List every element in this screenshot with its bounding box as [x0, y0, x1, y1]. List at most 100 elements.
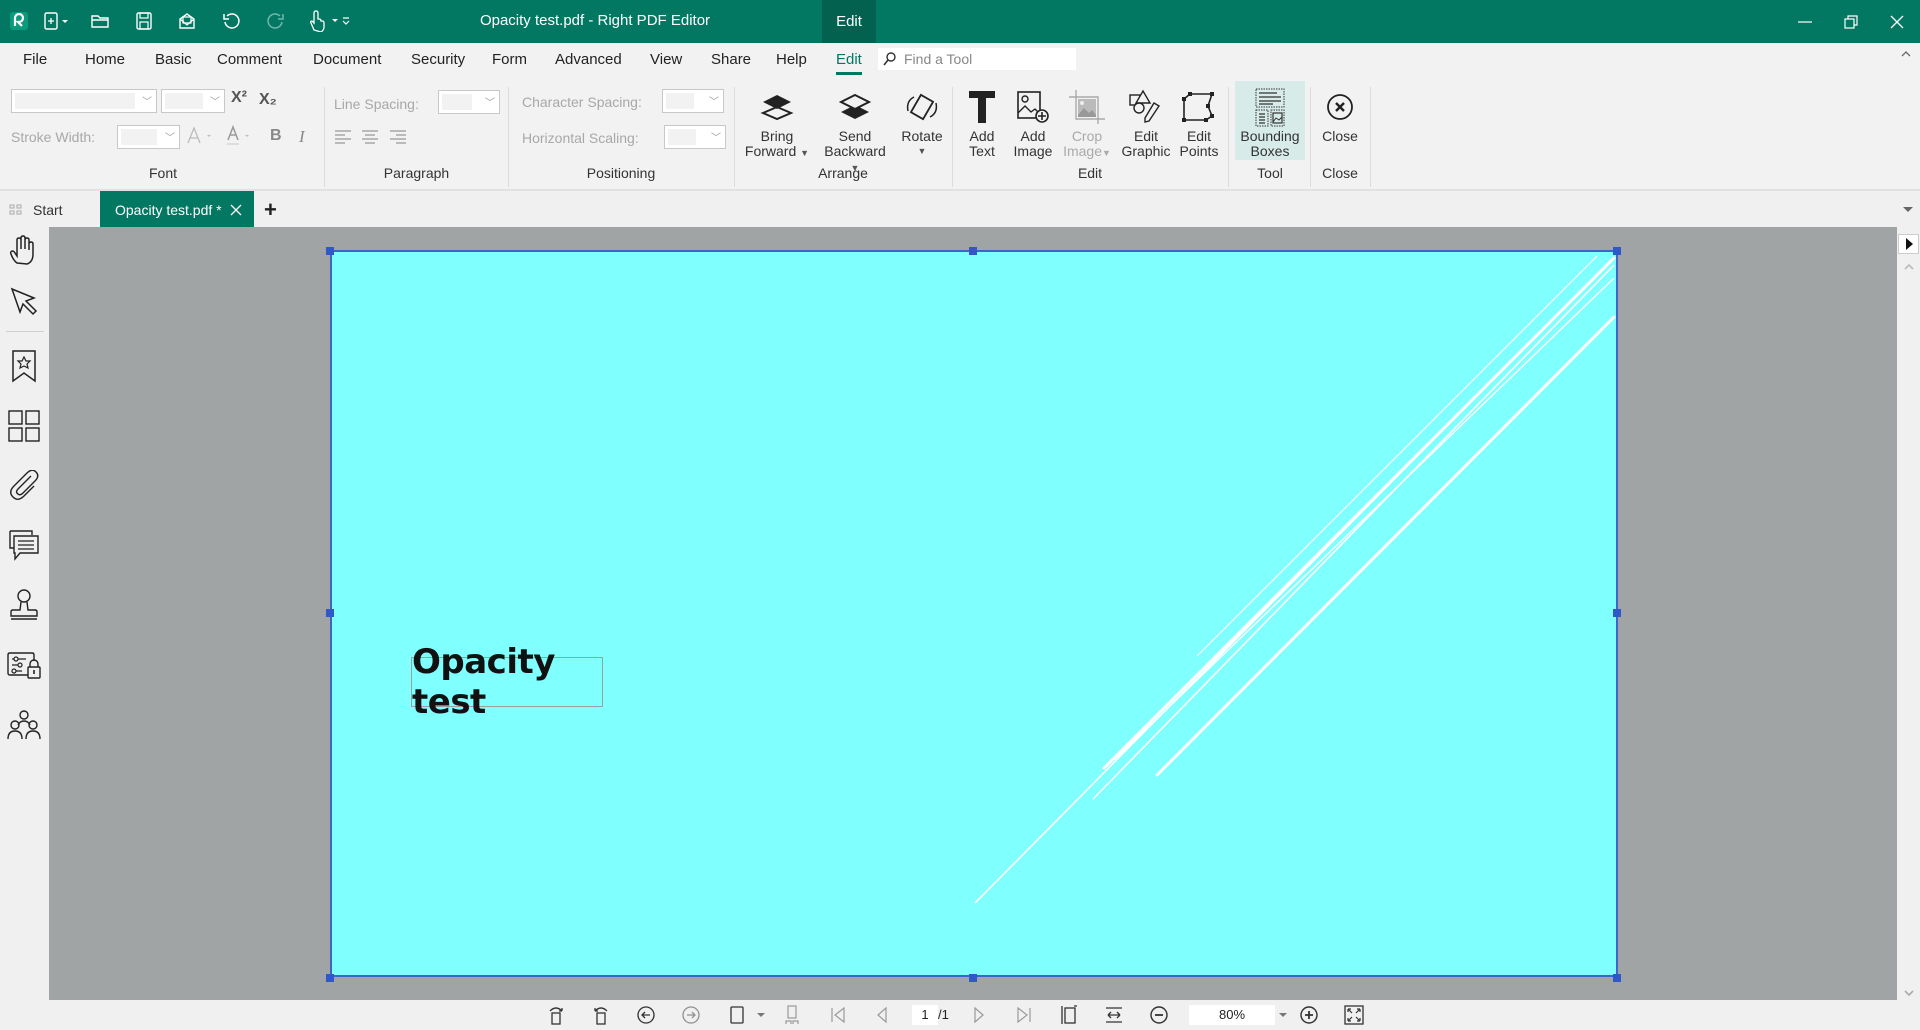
page-view-dropdown-icon[interactable] [754, 1004, 768, 1026]
protect-settings-icon[interactable] [6, 647, 42, 683]
font-size-combo[interactable]: ﹀ [161, 89, 225, 113]
previous-view-icon[interactable] [633, 1004, 659, 1026]
bring-forward-button[interactable]: Bring Forward ▼ [740, 85, 814, 161]
resize-handle-top-left[interactable] [326, 247, 334, 255]
zoom-in-icon[interactable] [1296, 1004, 1322, 1026]
rotate-counterclockwise-icon[interactable] [588, 1004, 614, 1026]
subscript-button[interactable]: X₂ [259, 91, 277, 109]
tool-group-label: Tool [1257, 165, 1283, 181]
stamp-icon[interactable] [6, 587, 42, 623]
resize-handle-top-right[interactable] [1613, 247, 1621, 255]
menu-view[interactable]: View [650, 51, 682, 68]
next-page-icon[interactable] [966, 1004, 992, 1026]
add-text-label-1: Add [969, 128, 995, 144]
first-page-icon[interactable] [825, 1004, 851, 1026]
tab-opacity-test[interactable]: Opacity test.pdf * [100, 191, 254, 228]
add-text-button[interactable]: Add Text [960, 85, 1004, 159]
menu-home[interactable]: Home [85, 51, 125, 68]
menu-share[interactable]: Share [711, 51, 751, 68]
line-spacing-combo[interactable]: ﹀ [438, 90, 500, 114]
menu-security[interactable]: Security [411, 51, 465, 68]
comments-icon[interactable] [6, 527, 42, 563]
minimize-button[interactable] [1782, 0, 1828, 43]
font-name-combo[interactable]: ﹀ [11, 89, 157, 113]
menu-advanced[interactable]: Advanced [555, 51, 622, 68]
resize-handle-bottom-right[interactable] [1613, 974, 1621, 982]
close-window-button[interactable] [1874, 0, 1920, 43]
italic-button[interactable]: I [299, 127, 305, 147]
document-tab-bar: Start Opacity test.pdf * + [0, 190, 1920, 228]
resize-handle-right[interactable] [1613, 609, 1621, 617]
expand-right-panel-button[interactable] [1898, 234, 1919, 254]
character-spacing-combo[interactable]: ﹀ [662, 89, 724, 113]
total-pages-label: /1 [938, 1007, 949, 1022]
last-page-icon[interactable] [1011, 1004, 1037, 1026]
close-edit-button[interactable]: Close [1314, 85, 1366, 144]
full-screen-icon[interactable] [1341, 1004, 1367, 1026]
vertical-scrollbar[interactable] [1897, 227, 1920, 1000]
collapse-ribbon-icon[interactable] [1900, 49, 1912, 59]
bounding-boxes-button[interactable]: Bounding Boxes [1235, 81, 1305, 160]
menu-comment[interactable]: Comment [217, 51, 282, 68]
zoom-dropdown-icon[interactable] [1276, 1004, 1290, 1026]
scroll-up-icon[interactable] [1903, 263, 1915, 271]
current-page-input[interactable]: 1 [912, 1005, 938, 1025]
select-arrow-icon[interactable] [6, 283, 42, 319]
menu-document[interactable]: Document [313, 51, 381, 68]
align-left-button[interactable] [334, 129, 352, 145]
add-image-button[interactable]: Add Image [1008, 85, 1058, 159]
fit-page-icon[interactable] [1056, 1004, 1082, 1026]
single-page-view-icon[interactable] [724, 1004, 750, 1026]
stroke-width-combo[interactable]: ﹀ [117, 125, 180, 149]
find-tool-search[interactable]: Find a Tool [878, 48, 1076, 70]
superscript-button[interactable]: X² [231, 89, 247, 107]
align-center-button[interactable] [361, 129, 379, 145]
line-spacing-label: Line Spacing: [334, 96, 419, 112]
menu-form[interactable]: Form [492, 51, 527, 68]
resize-handle-bottom[interactable] [969, 974, 977, 982]
tab-document-label: Opacity test.pdf * [115, 201, 222, 218]
zoom-out-icon[interactable] [1146, 1004, 1172, 1026]
restore-button[interactable] [1828, 0, 1874, 43]
text-outline-color-button[interactable] [186, 125, 216, 147]
bold-button[interactable]: B [270, 127, 282, 145]
hand-tool-icon[interactable] [6, 232, 42, 268]
bounding-boxes-label-1: Bounding [1240, 128, 1300, 144]
previous-page-icon[interactable] [869, 1004, 895, 1026]
menu-file[interactable]: File [23, 51, 47, 68]
page-layout-icon[interactable] [779, 1004, 805, 1026]
rotate-clockwise-icon[interactable] [543, 1004, 569, 1026]
crop-image-button[interactable]: Crop Image▼ [1060, 85, 1114, 161]
rotate-button[interactable]: Rotate ▼ [896, 85, 948, 159]
zoom-level-input[interactable]: 80% [1189, 1005, 1275, 1025]
tab-list-dropdown-icon[interactable] [1902, 206, 1914, 214]
scroll-down-icon[interactable] [1903, 989, 1915, 997]
menu-basic[interactable]: Basic [155, 51, 192, 68]
tab-start[interactable]: Start [0, 191, 100, 228]
ribbon: ﹀ ﹀ X² X₂ Stroke Width: ﹀ B I Font Line … [0, 77, 1920, 190]
resize-handle-left[interactable] [326, 609, 334, 617]
new-tab-button[interactable]: + [264, 197, 277, 223]
resize-handle-bottom-left[interactable] [326, 974, 334, 982]
edit-points-button[interactable]: Edit Points [1176, 85, 1222, 159]
menu-help[interactable]: Help [776, 51, 807, 68]
next-view-icon[interactable] [678, 1004, 704, 1026]
align-right-button[interactable] [389, 129, 407, 145]
edit-points-label-1: Edit [1186, 128, 1212, 144]
resize-handle-top[interactable] [969, 247, 977, 255]
text-fill-color-button[interactable] [225, 125, 255, 147]
fit-width-icon[interactable] [1101, 1004, 1127, 1026]
send-backward-button[interactable]: Send Backward ▼ [818, 85, 892, 176]
horizontal-scaling-label: Horizontal Scaling: [522, 130, 639, 146]
horizontal-scaling-combo[interactable]: ﹀ [664, 125, 726, 149]
character-spacing-label: Character Spacing: [522, 94, 642, 110]
users-collaboration-icon[interactable] [6, 707, 42, 743]
bring-forward-label-2: Forward [744, 143, 797, 159]
menu-edit[interactable]: Edit [836, 51, 862, 75]
bookmark-icon[interactable] [6, 348, 42, 384]
edit-graphic-button[interactable]: Edit Graphic [1116, 85, 1176, 159]
thumbnails-icon[interactable] [6, 408, 42, 444]
close-tab-icon[interactable] [230, 204, 242, 216]
attachment-icon[interactable] [6, 468, 42, 504]
text-object-opacity-test[interactable]: Opacity test [411, 642, 603, 722]
